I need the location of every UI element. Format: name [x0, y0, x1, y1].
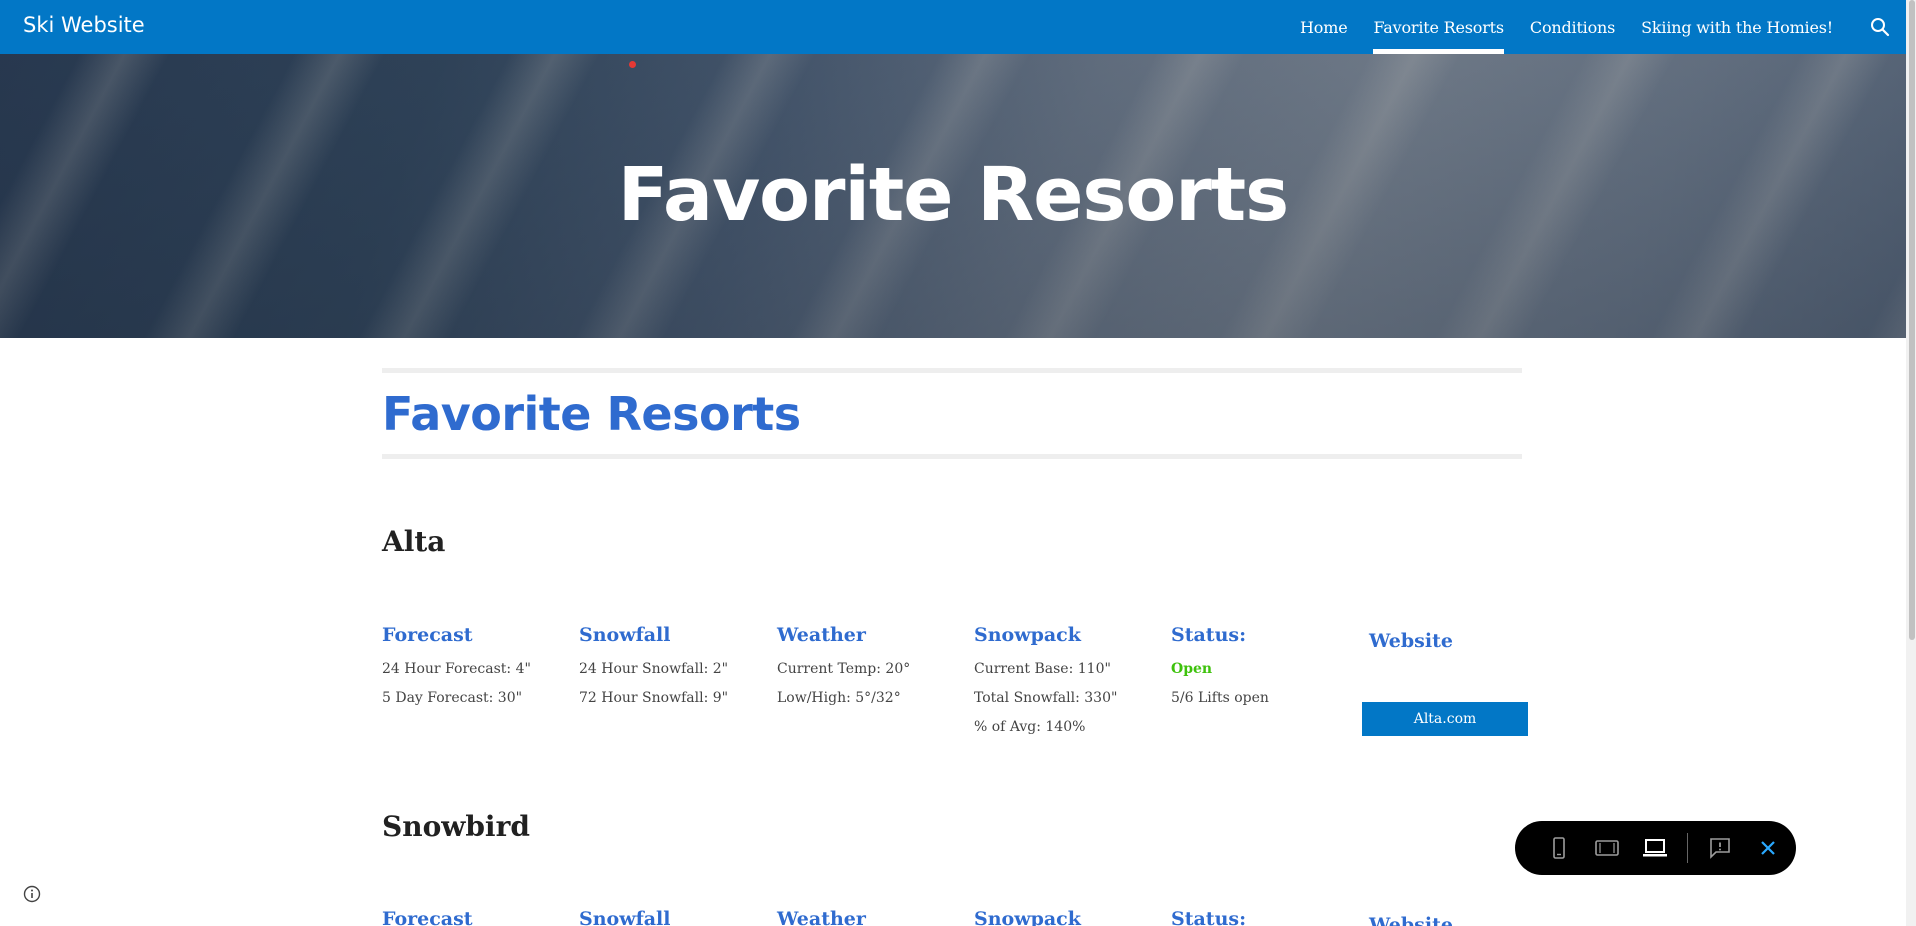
- resort-name-alta: Alta: [382, 525, 446, 558]
- main-nav: Home Favorite Resorts Conditions Skiing …: [1287, 0, 1846, 54]
- toolbar-divider: [1687, 833, 1688, 863]
- hero-title: Favorite Resorts: [617, 152, 1289, 238]
- divider-top: [382, 368, 1522, 373]
- nav-item-skiing-with-the-homies[interactable]: Skiing with the Homies!: [1628, 0, 1846, 54]
- column-title: Website: [1369, 630, 1453, 652]
- column-title: Weather: [777, 624, 866, 646]
- column-line: Current Base: 110": [974, 661, 1111, 677]
- alta-status-column: Status: Open 5/6 Lifts open: [1171, 624, 1361, 706]
- snowbird-weather-column: Weather: [777, 908, 967, 926]
- alta-snowpack-column: Snowpack Current Base: 110" Total Snowfa…: [974, 624, 1164, 735]
- alta-weather-column: Weather Current Temp: 20° Low/High: 5°/3…: [777, 624, 967, 706]
- red-dot: [629, 61, 636, 68]
- alta-website-column: Website: [1369, 630, 1559, 652]
- top-navigation-bar: Ski Website Home Favorite Resorts Condit…: [0, 0, 1906, 54]
- column-title: Snowfall: [579, 624, 671, 646]
- nav-item-conditions[interactable]: Conditions: [1517, 0, 1628, 54]
- divider-bottom: [382, 454, 1522, 459]
- nav-item-home[interactable]: Home: [1287, 0, 1360, 54]
- page-title: Favorite Resorts: [382, 387, 801, 441]
- column-line: 5 Day Forecast: 30": [382, 690, 523, 706]
- column-title: Snowpack: [974, 624, 1081, 646]
- alta-snowfall-column: Snowfall 24 Hour Snowfall: 2" 72 Hour Sn…: [579, 624, 769, 706]
- laptop-view-icon[interactable]: [1631, 828, 1679, 868]
- column-title: Status:: [1171, 624, 1247, 646]
- column-line: 5/6 Lifts open: [1171, 690, 1269, 706]
- snowbird-snowfall-column: Snowfall: [579, 908, 769, 926]
- column-line: Total Snowfall: 330": [974, 690, 1118, 706]
- search-icon[interactable]: [1868, 15, 1892, 39]
- hero-banner: Favorite Resorts: [0, 54, 1906, 338]
- column-title: Website: [1369, 914, 1453, 926]
- column-line: % of Avg: 140%: [974, 719, 1086, 735]
- snowbird-status-column: Status:: [1171, 908, 1361, 926]
- tablet-view-icon[interactable]: [1583, 828, 1631, 868]
- column-line: Low/High: 5°/32°: [777, 690, 901, 706]
- column-line: 72 Hour Snowfall: 9": [579, 690, 729, 706]
- close-icon[interactable]: [1744, 828, 1792, 868]
- status-badge: Open: [1171, 661, 1213, 677]
- info-icon[interactable]: [22, 884, 42, 904]
- column-line: 24 Hour Forecast: 4": [382, 661, 531, 677]
- resort-name-snowbird: Snowbird: [382, 810, 530, 843]
- alta-forecast-column: Forecast 24 Hour Forecast: 4" 5 Day Fore…: [382, 624, 572, 706]
- preview-toolbar: [1515, 821, 1796, 875]
- report-abuse-icon[interactable]: [1696, 828, 1744, 868]
- column-title: Snowpack: [974, 908, 1081, 926]
- column-line: 24 Hour Snowfall: 2": [579, 661, 729, 677]
- column-title: Weather: [777, 908, 866, 926]
- snowbird-snowpack-column: Snowpack: [974, 908, 1164, 926]
- alta-website-button[interactable]: Alta.com: [1362, 702, 1528, 736]
- column-line: Current Temp: 20°: [777, 661, 911, 677]
- column-title: Forecast: [382, 908, 473, 926]
- nav-item-favorite-resorts[interactable]: Favorite Resorts: [1360, 0, 1516, 54]
- phone-view-icon[interactable]: [1535, 828, 1583, 868]
- snowbird-forecast-column: Forecast: [382, 908, 572, 926]
- site-title-link[interactable]: Ski Website: [23, 13, 145, 37]
- snowbird-website-column: Website: [1369, 914, 1559, 926]
- page-scrollbar-thumb[interactable]: [1909, 0, 1915, 640]
- column-title: Snowfall: [579, 908, 671, 926]
- column-title: Status:: [1171, 908, 1247, 926]
- column-title: Forecast: [382, 624, 473, 646]
